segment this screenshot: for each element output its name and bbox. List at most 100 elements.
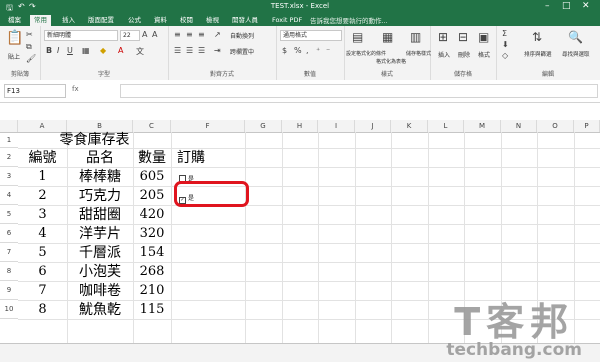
format-cells-button[interactable]: 格式 xyxy=(478,50,490,59)
cell-qty[interactable]: 115 xyxy=(133,301,171,319)
maximize-button[interactable]: □ xyxy=(562,1,571,11)
cell-id[interactable]: 8 xyxy=(18,301,67,319)
insert-cells-button[interactable]: 插入 xyxy=(438,50,450,59)
increase-decimal-icon[interactable]: ⁺ xyxy=(316,46,320,55)
row-header[interactable]: 10 xyxy=(0,300,18,319)
align-right-icon[interactable]: ☰ xyxy=(198,46,205,55)
tab-file[interactable]: 檔案 xyxy=(4,15,25,26)
cell-qty[interactable]: 205 xyxy=(133,187,171,205)
currency-icon[interactable]: $ xyxy=(282,46,287,55)
column-header[interactable]: B xyxy=(67,120,133,132)
cell-name[interactable]: 千層派 xyxy=(67,244,133,262)
sort-filter-icon[interactable]: ⇅ xyxy=(532,30,542,44)
find-select-button[interactable]: 尋找與選取 xyxy=(562,50,590,58)
underline-button[interactable]: U xyxy=(67,46,73,55)
fill-color-icon[interactable]: ◆ xyxy=(100,46,106,55)
row-header[interactable]: 3 xyxy=(0,167,18,186)
cell-qty[interactable]: 605 xyxy=(133,168,171,186)
column-header[interactable]: G xyxy=(245,120,282,132)
cell-qty[interactable]: 154 xyxy=(133,244,171,262)
cell-styles-button[interactable]: 儲存格樣式 xyxy=(406,50,431,57)
indent-icon[interactable]: ⇥ xyxy=(214,46,221,55)
paste-button[interactable]: 貼上 xyxy=(8,52,20,61)
sort-filter-button[interactable]: 排序與篩選 xyxy=(524,50,552,58)
delete-cells-icon[interactable]: ⊟ xyxy=(458,30,468,44)
name-box[interactable]: F13 xyxy=(4,84,66,98)
cell-name[interactable]: 巧克力 xyxy=(67,187,133,205)
cell-qty[interactable]: 268 xyxy=(133,263,171,281)
column-header[interactable]: J xyxy=(355,120,391,132)
column-header[interactable]: P xyxy=(574,120,600,132)
cell-id[interactable]: 5 xyxy=(18,244,67,262)
row-header[interactable]: 7 xyxy=(0,243,18,262)
cell-name[interactable]: 咖啡卷 xyxy=(67,282,133,300)
column-header[interactable]: F xyxy=(171,120,245,132)
conditional-format-icon[interactable]: ▤ xyxy=(352,30,363,44)
row-header[interactable]: 2 xyxy=(0,148,18,167)
header-order[interactable]: 訂購 xyxy=(171,149,223,167)
cell-id[interactable]: 2 xyxy=(18,187,67,205)
grow-font-icon[interactable]: A xyxy=(142,30,147,39)
font-color-icon[interactable]: A xyxy=(118,46,123,55)
cell-styles-icon[interactable]: ▥ xyxy=(410,30,421,44)
cell-id[interactable]: 4 xyxy=(18,225,67,243)
cell-qty[interactable]: 210 xyxy=(133,282,171,300)
tab-review[interactable]: 校閱 xyxy=(176,15,197,26)
cell-name[interactable]: 小泡芙 xyxy=(67,263,133,281)
column-header[interactable]: N xyxy=(501,120,537,132)
wrap-text-button[interactable]: 自動換列 xyxy=(230,31,254,40)
minimize-button[interactable]: – xyxy=(545,1,550,11)
cell-qty[interactable]: 420 xyxy=(133,206,171,224)
delete-cells-button[interactable]: 刪除 xyxy=(458,50,470,59)
align-center-icon[interactable]: ☰ xyxy=(186,46,193,55)
column-header[interactable]: O xyxy=(537,120,574,132)
format-cells-icon[interactable]: ▣ xyxy=(478,30,489,44)
row-header[interactable]: 1 xyxy=(0,132,18,148)
row-header[interactable]: 6 xyxy=(0,224,18,243)
sheet-title[interactable]: 零食庫存表 xyxy=(18,132,171,148)
percent-icon[interactable]: % xyxy=(294,46,302,55)
cell-id[interactable]: 7 xyxy=(18,282,67,300)
align-bottom-icon[interactable]: ≡ xyxy=(198,30,205,39)
close-button[interactable]: ✕ xyxy=(582,1,590,11)
comma-icon[interactable]: , xyxy=(306,46,309,55)
cell-name[interactable]: 棒棒糖 xyxy=(67,168,133,186)
tab-insert[interactable]: 插入 xyxy=(58,15,79,26)
number-format-select[interactable]: 通用格式 xyxy=(280,30,342,41)
find-select-icon[interactable]: 🔍 xyxy=(568,30,583,44)
format-table-icon[interactable]: ▦ xyxy=(382,30,393,44)
clear-icon[interactable]: ◇ xyxy=(502,51,508,60)
select-all-corner[interactable] xyxy=(0,120,18,132)
cut-icon[interactable]: ✂ xyxy=(26,30,33,39)
shrink-font-icon[interactable]: A xyxy=(152,30,157,39)
tell-me-search[interactable]: 告訴我您想要執行的動作... xyxy=(310,15,388,25)
bold-button[interactable]: B xyxy=(46,46,52,55)
merge-center-button[interactable]: 跨欄置中 xyxy=(230,47,254,56)
row-header[interactable]: 9 xyxy=(0,281,18,300)
cell-name[interactable]: 洋芋片 xyxy=(67,225,133,243)
italic-button[interactable]: I xyxy=(57,46,59,55)
format-painter-icon[interactable]: 🖌 xyxy=(26,54,36,63)
paste-icon[interactable]: 📋 xyxy=(6,30,23,46)
insert-cells-icon[interactable]: ⊞ xyxy=(438,30,448,44)
column-header[interactable]: L xyxy=(428,120,464,132)
fill-icon[interactable]: ⬇ xyxy=(502,40,509,49)
cell-name[interactable]: 甜甜圈 xyxy=(67,206,133,224)
align-top-icon[interactable]: ≡ xyxy=(174,30,181,39)
conditional-format-button[interactable]: 設定格式化的條件 xyxy=(346,50,386,57)
formula-input[interactable] xyxy=(120,84,598,98)
row-header[interactable]: 4 xyxy=(0,186,18,205)
column-header[interactable]: A xyxy=(18,120,67,132)
tab-home[interactable]: 常用 xyxy=(30,15,51,26)
tab-formulas[interactable]: 公式 xyxy=(124,15,145,26)
align-left-icon[interactable]: ☰ xyxy=(174,46,181,55)
font-size-select[interactable]: 22 xyxy=(120,30,140,41)
header-name[interactable]: 品名 xyxy=(67,149,133,167)
tab-foxit-pdf[interactable]: Foxit PDF xyxy=(268,15,306,26)
header-id[interactable]: 編號 xyxy=(18,149,67,167)
tab-view[interactable]: 檢視 xyxy=(202,15,223,26)
cell-id[interactable]: 1 xyxy=(18,168,67,186)
phonetic-icon[interactable]: 文 xyxy=(136,46,144,57)
cell-id[interactable]: 3 xyxy=(18,206,67,224)
tab-data[interactable]: 資料 xyxy=(150,15,171,26)
